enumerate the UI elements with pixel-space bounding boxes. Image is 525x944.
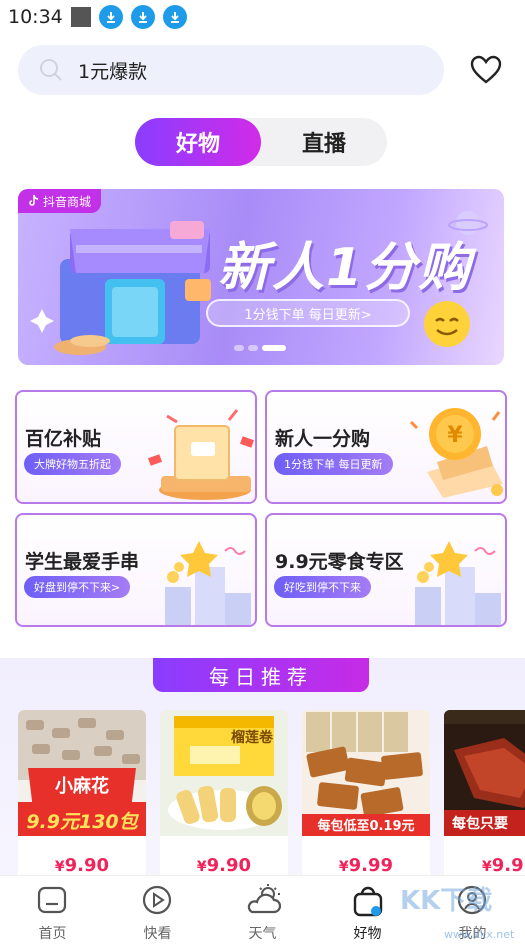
card-bracelet[interactable]: 学生最爱手串 好盘到停不下来> [15,513,257,627]
product-price: ¥9.90 [54,855,110,876]
app-screen: { "status_bar": {"time": "10:34"}, "sear… [0,0,525,944]
product-image: 榴莲卷 [160,710,288,836]
tab-live[interactable]: 直播 [261,118,387,166]
card-subtitle: 好盘到停不下来> [24,576,131,598]
home-icon [37,886,67,914]
nav-label: 天气 [248,926,277,942]
gift-box-illustration [147,409,255,500]
banner-pagination [234,345,286,351]
notification-square-icon [70,7,91,27]
status-time: 10:34 [8,6,63,28]
product-price: ¥9.9 [482,855,524,876]
download-icon [162,5,187,29]
shop-illustration [30,221,211,355]
product-card[interactable]: 榴莲卷 ¥9.90 [160,710,288,888]
planet-icon [448,211,488,235]
card-new-user[interactable]: 新人一分购 1分钱下单 每日更新 ¥ [265,390,507,504]
product-image-label: 榴莲卷 [231,729,274,746]
product-image-price-label: 9.9元130包 [26,811,139,833]
status-bar: 10:34 [0,0,525,34]
svg-text:¥: ¥ [447,423,463,448]
search-icon [40,59,62,81]
product-image: 每包只要 [444,710,525,836]
card-subtitle: 好吃到停不下来 [274,576,371,598]
product-image-label: 小麻花 [55,775,109,797]
card-title: 百亿补贴 [25,428,102,450]
play-icon [142,885,172,915]
product-card[interactable]: 每包只要 ¥9.9 [444,710,525,888]
watermark-url: www.kkx.net [444,928,515,941]
segment-tabs: 好物 直播 [135,118,387,166]
trophy-star-illustration [415,541,501,625]
douyin-logo-icon [29,195,39,206]
product-price: ¥9.99 [338,855,394,876]
search-bar[interactable]: 1元爆款 [18,45,444,95]
card-title: 9.9元零食专区 [275,551,404,573]
trophy-star-illustration [165,541,251,625]
card-snacks[interactable]: 9.9元零食专区 好吃到停不下来 [265,513,507,627]
daily-recommend-section: 每日推荐 小麻花 9.9元130包 ¥9.90 榴莲卷 ¥9.90 每包低至0.… [0,658,525,888]
weather-icon [247,884,282,914]
product-card[interactable]: 小麻花 9.9元130包 ¥9.90 [18,710,146,888]
nav-label: 快看 [143,926,172,942]
download-icon [130,5,155,29]
coin-illustration: ¥ [409,408,503,498]
card-subtitle: 大牌好物五折起 [24,453,121,475]
nav-weather[interactable]: 天气 [210,876,315,944]
card-title: 学生最爱手串 [25,551,140,573]
download-icon [98,5,123,29]
product-image-label: 每包只要 [452,815,508,832]
shopping-bag-icon [353,886,383,917]
tab-goods[interactable]: 好物 [135,118,261,166]
promo-banner[interactable]: 抖音商城 新人1分购 1分钱下单 每日更新> [18,189,504,365]
product-image: 每包低至0.19元 [302,710,430,836]
nav-watch[interactable]: 快看 [105,876,210,944]
nav-label: 好物 [353,926,382,942]
banner-headline: 新人1分购 [218,238,473,298]
card-subtitle: 1分钱下单 每日更新 [274,453,393,475]
product-image-label: 每包低至0.19元 [317,818,414,834]
product-price: ¥9.90 [196,855,252,876]
card-title: 新人一分购 [275,428,371,450]
nav-label: 首页 [38,926,67,942]
banner-subtitle: 1分钱下单 每日更新> [206,299,410,327]
smile-emoji-icon [424,301,470,347]
watermark: KK下载 [400,886,493,916]
card-subsidy[interactable]: 百亿补贴 大牌好物五折起 [15,390,257,504]
nav-home[interactable]: 首页 [0,876,105,944]
page-dot [234,345,244,351]
section-title: 每日推荐 [153,658,369,692]
product-image: 小麻花 9.9元130包 [18,710,146,836]
search-query: 1元爆款 [78,60,148,83]
product-card[interactable]: 每包低至0.19元 ¥9.99 [302,710,430,888]
page-dot-active [262,345,286,351]
heart-icon[interactable] [470,54,502,86]
banner-tag-label: 抖音商城 [43,194,92,209]
page-dot [248,345,258,351]
